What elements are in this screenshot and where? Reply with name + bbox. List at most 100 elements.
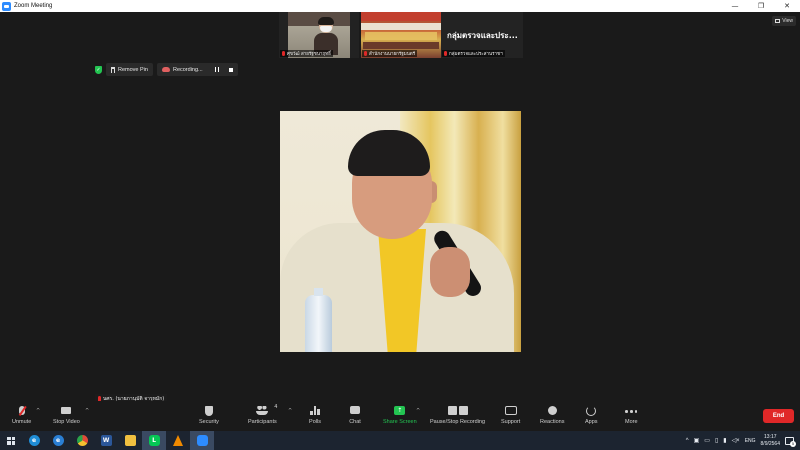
windows-taskbar: e e W L ^ ▣ ▭ ▯ ▮ ◁× ENG 13:17 8/9/2564 … bbox=[0, 431, 800, 450]
vlc-cone-icon bbox=[173, 435, 183, 446]
active-speaker-video bbox=[280, 111, 521, 352]
volume-icon[interactable]: ◁× bbox=[732, 437, 740, 444]
taskbar-line[interactable]: L bbox=[142, 431, 166, 450]
polls-label: Polls bbox=[309, 419, 321, 425]
clock[interactable]: 13:17 8/9/2564 bbox=[761, 434, 780, 448]
stop-video-button[interactable]: Stop Video bbox=[53, 406, 80, 425]
language-indicator[interactable]: ENG bbox=[745, 438, 756, 444]
end-meeting-button[interactable]: End bbox=[763, 409, 794, 423]
taskbar-file-explorer[interactable] bbox=[118, 431, 142, 450]
more-dots-icon bbox=[625, 410, 638, 413]
minimize-button[interactable]: — bbox=[722, 0, 748, 12]
view-button[interactable]: View bbox=[772, 16, 796, 26]
water-bottle bbox=[305, 288, 332, 352]
muted-mic-icon bbox=[364, 51, 367, 56]
network-icon[interactable]: ▭ bbox=[704, 437, 710, 444]
pause-stop-recording-button[interactable]: Pause/Stop Recording bbox=[430, 406, 485, 425]
recording-label: Recording... bbox=[172, 66, 203, 73]
start-button[interactable] bbox=[0, 431, 22, 450]
participants-button[interactable]: 4 Participants bbox=[248, 404, 278, 425]
unmute-button[interactable]: Unmute bbox=[12, 406, 31, 425]
edge-icon: e bbox=[28, 435, 40, 446]
security-button[interactable]: Security bbox=[199, 406, 219, 425]
recording-indicator: Recording... bbox=[156, 63, 238, 76]
participants-options-caret[interactable]: ^ bbox=[288, 408, 292, 414]
apps-label: Apps bbox=[585, 419, 598, 425]
polls-bar-chart-icon bbox=[310, 406, 320, 415]
reactions-button[interactable]: Reactions bbox=[540, 406, 564, 425]
recording-bar: ✓ Remove Pin Recording... bbox=[95, 63, 238, 76]
apps-icon bbox=[586, 406, 597, 416]
maximize-button[interactable]: ❐ bbox=[748, 0, 774, 12]
meeting-toolbar: Unmute ^ Stop Video ^ Security 4 Partici… bbox=[0, 401, 800, 431]
participant-thumbnail[interactable]: ศุขวัฒ์ สายรัฐชนาฤทธิ์ bbox=[279, 12, 359, 58]
grid-view-icon bbox=[775, 19, 781, 23]
share-screen-icon: ↑ bbox=[394, 406, 406, 415]
word-icon: W bbox=[100, 435, 112, 446]
taskbar-edge[interactable]: e bbox=[22, 431, 46, 450]
tray-chevron-icon[interactable]: ^ bbox=[686, 438, 689, 444]
taskbar-word[interactable]: W bbox=[94, 431, 118, 450]
encryption-shield-icon[interactable]: ✓ bbox=[95, 65, 102, 74]
cloud-recording-icon bbox=[161, 67, 170, 72]
taskbar-zoom[interactable] bbox=[190, 431, 214, 450]
notification-center-icon[interactable]: 5 bbox=[785, 436, 796, 447]
muted-mic-icon bbox=[282, 51, 285, 56]
taskbar-vlc[interactable] bbox=[166, 431, 190, 450]
microphone-muted-icon bbox=[18, 406, 25, 415]
chrome-icon bbox=[76, 435, 88, 446]
remove-pin-button[interactable]: Remove Pin bbox=[106, 63, 153, 76]
participant-thumbnails: ศุขวัฒ์ สายรัฐชนาฤทธิ์ สำนักงานนายกรัฐมน… bbox=[279, 12, 523, 58]
stop-recording-icon[interactable] bbox=[228, 67, 233, 72]
participant-display-name: กลุ่มตรวจและประ... bbox=[447, 31, 518, 40]
notification-count: 5 bbox=[790, 440, 796, 447]
close-button[interactable]: ✕ bbox=[774, 0, 800, 12]
view-button-label: View bbox=[782, 18, 793, 24]
reactions-label: Reactions bbox=[540, 419, 565, 425]
apps-button[interactable]: Apps bbox=[585, 406, 598, 425]
audio-options-caret[interactable]: ^ bbox=[36, 408, 40, 414]
taskbar-ie[interactable]: e bbox=[46, 431, 70, 450]
participant-name-tag: ศุขวัฒ์ สายรัฐชนาฤทธิ์ bbox=[280, 50, 333, 57]
reactions-smiley-icon bbox=[547, 406, 557, 415]
windows-logo-icon bbox=[7, 436, 15, 445]
participant-thumbnail[interactable]: สำนักงานนายกรัฐมนตรี กลุ่มตรวจและประ... … bbox=[361, 12, 523, 58]
system-tray: ^ ▣ ▭ ▯ ▮ ◁× ENG 13:17 8/9/2564 5 bbox=[686, 431, 800, 450]
file-explorer-icon bbox=[124, 435, 136, 446]
taskbar-chrome[interactable] bbox=[70, 431, 94, 450]
more-button[interactable]: More bbox=[625, 406, 638, 425]
participant-name-tag: สำนักงานนายกรัฐมนตรี bbox=[362, 50, 418, 57]
line-icon: L bbox=[148, 435, 160, 446]
chat-button[interactable]: Chat bbox=[349, 406, 361, 425]
participant-name-tag: กลุ่มตรวจและประสานราชฯ bbox=[442, 50, 505, 57]
polls-button[interactable]: Polls bbox=[309, 406, 321, 425]
pause-recording-icon[interactable] bbox=[214, 67, 219, 72]
microphone-tray-icon[interactable]: ▮ bbox=[723, 437, 726, 444]
internet-explorer-icon: e bbox=[52, 435, 64, 446]
support-label: Support bbox=[501, 419, 521, 425]
pause-stop-icon bbox=[447, 406, 468, 416]
pause-stop-recording-label: Pause/Stop Recording bbox=[430, 419, 486, 425]
window-title: Zoom Meeting bbox=[14, 3, 53, 9]
share-screen-button[interactable]: ↑ Share Screen bbox=[383, 406, 417, 425]
share-options-caret[interactable]: ^ bbox=[416, 408, 420, 414]
tray-app-icon[interactable]: ▣ bbox=[694, 437, 700, 444]
participants-count: 4 bbox=[274, 404, 278, 410]
zoom-meeting-window: Zoom Meeting — ❐ ✕ View ศุขวัฒ์ สายรัฐชน… bbox=[0, 0, 800, 450]
share-screen-label: Share Screen bbox=[383, 419, 417, 425]
support-button[interactable]: Support bbox=[501, 406, 520, 425]
muted-mic-icon bbox=[444, 51, 447, 56]
stop-video-label: Stop Video bbox=[53, 419, 80, 425]
more-label: More bbox=[625, 419, 638, 425]
remove-pin-label: Remove Pin bbox=[118, 66, 148, 73]
video-options-caret[interactable]: ^ bbox=[85, 408, 89, 414]
chat-label: Chat bbox=[349, 419, 361, 425]
zoom-logo-icon bbox=[2, 1, 11, 11]
clock-date: 8/9/2564 bbox=[760, 440, 780, 447]
participant-subname: กลุ่มตรวจและประสานราชฯ bbox=[449, 52, 503, 57]
display-icon[interactable]: ▯ bbox=[715, 437, 718, 444]
zoom-icon bbox=[196, 435, 208, 446]
security-shield-icon bbox=[204, 406, 213, 416]
video-camera-icon bbox=[61, 407, 72, 414]
participant-video-person bbox=[314, 17, 338, 55]
